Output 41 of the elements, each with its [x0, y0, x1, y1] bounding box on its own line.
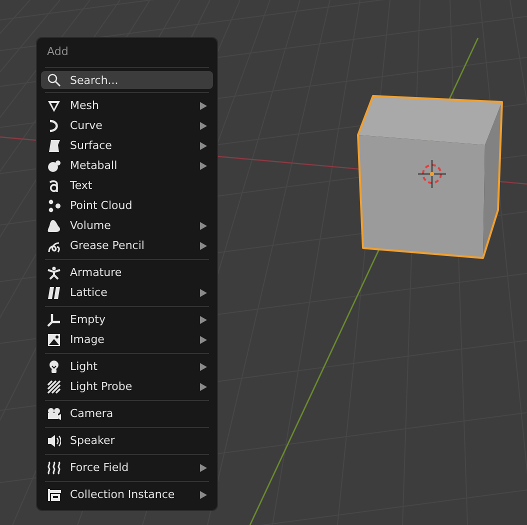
- mesh-icon: [47, 99, 61, 113]
- axes-icon: [47, 313, 61, 327]
- menu-item[interactable]: Text: [41, 176, 213, 196]
- menu-item[interactable]: Armature: [41, 263, 213, 283]
- menu-title: Add: [46, 44, 70, 60]
- image-icon: [47, 333, 61, 347]
- box-icon: [47, 488, 61, 502]
- metaball-icon: [47, 159, 61, 173]
- bulb-icon: [47, 360, 61, 374]
- lattice-icon: [47, 286, 61, 300]
- squiggle-icon: [47, 239, 61, 253]
- camera-icon: [47, 407, 61, 421]
- menu-item[interactable]: Mesh: [41, 96, 213, 116]
- figure-icon: [47, 266, 61, 280]
- menu-item[interactable]: Lattice: [41, 283, 213, 303]
- surface-icon: [47, 139, 61, 153]
- menu-item[interactable]: Collection Instance: [41, 485, 213, 505]
- menu-item[interactable]: Light Probe: [41, 377, 213, 397]
- menu-item[interactable]: Empty: [41, 310, 213, 330]
- menu-item[interactable]: Camera: [41, 404, 213, 424]
- menu-item[interactable]: Speaker: [41, 431, 213, 451]
- menu-item[interactable]: Curve: [41, 116, 213, 136]
- letter-icon: [47, 179, 61, 193]
- curve-icon: [47, 119, 61, 133]
- blob-icon: [47, 219, 61, 233]
- menu-item[interactable]: Point Cloud: [41, 196, 213, 216]
- waves-icon: [47, 461, 61, 475]
- menu-item[interactable]: Metaball: [41, 156, 213, 176]
- cursor-icon: [418, 160, 446, 188]
- menu-item[interactable]: Volume: [41, 216, 213, 236]
- speaker-icon: [47, 434, 61, 448]
- search-icon: [47, 73, 61, 87]
- search-field[interactable]: Search...: [41, 71, 213, 89]
- hatch-icon: [47, 380, 61, 394]
- menu-item[interactable]: Grease Pencil: [41, 236, 213, 256]
- cube[interactable]: [357, 95, 503, 259]
- menu-item[interactable]: Light: [41, 357, 213, 377]
- dots-icon: [47, 199, 61, 213]
- menu-item[interactable]: Force Field: [41, 458, 213, 478]
- menu-item[interactable]: Surface: [41, 136, 213, 156]
- menu-item[interactable]: Image: [41, 330, 213, 350]
